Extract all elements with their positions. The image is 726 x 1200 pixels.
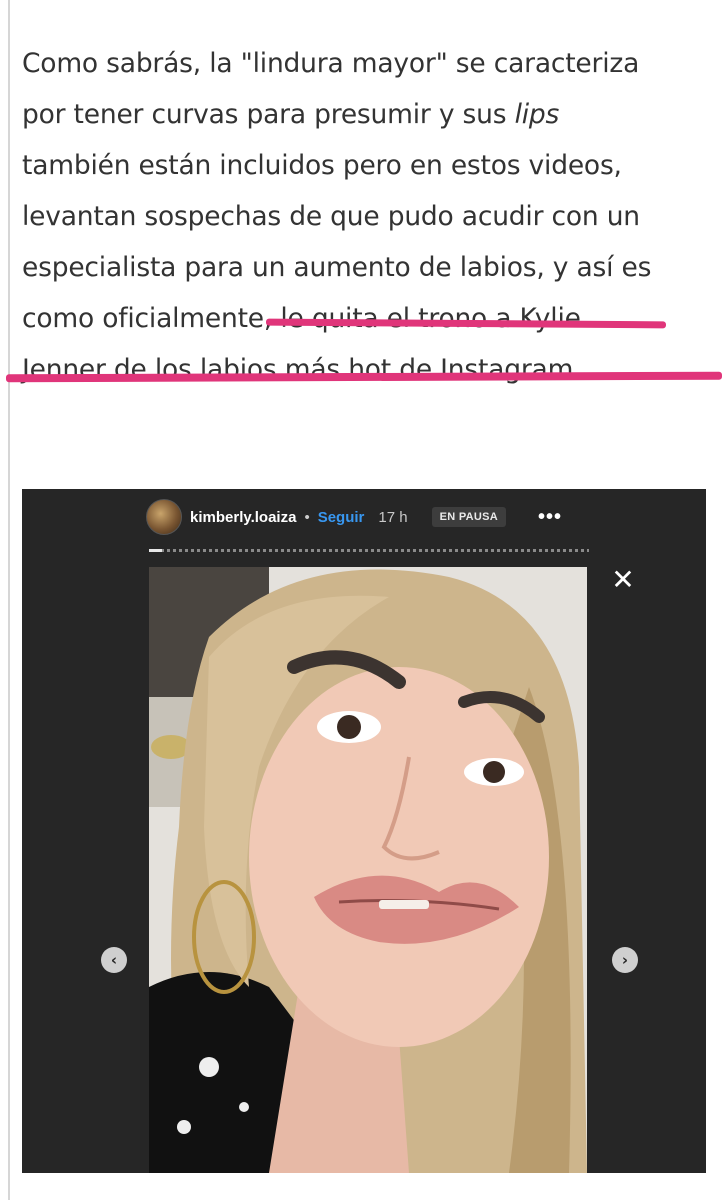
story-timestamp: 17 h	[378, 508, 408, 526]
separator-dot: •	[304, 508, 310, 526]
article-line: Como sabrás, la "lindura mayor" se carac…	[22, 48, 640, 79]
article-text-span: por tener curvas para presumir y sus	[22, 99, 515, 130]
story-photo	[149, 567, 587, 1173]
shirt-splatter	[239, 1102, 249, 1112]
shirt-splatter	[177, 1120, 191, 1134]
story-progress-bar	[149, 549, 589, 552]
right-iris	[483, 761, 505, 783]
avatar[interactable]	[146, 499, 182, 535]
emphasis-lips: lips	[514, 99, 560, 130]
left-border	[8, 0, 10, 1200]
story-username[interactable]: kimberly.loaiza	[190, 509, 296, 526]
article-line: Jenner de los labios más hot de Instagra…	[22, 354, 582, 385]
article-text: Como sabrás, la "lindura mayor" se carac…	[22, 38, 712, 395]
portrait-image	[149, 567, 587, 1173]
article-line: también están incluidos pero en estos vi…	[22, 150, 622, 181]
next-story-icon[interactable]: ›	[612, 947, 638, 973]
paused-badge: EN PAUSA	[431, 507, 507, 527]
close-icon[interactable]: ✕	[608, 565, 638, 595]
instagram-story-embed: kimberly.loaiza • Seguir 17 h EN PAUSA •…	[22, 489, 706, 1173]
follow-button[interactable]: Seguir	[318, 509, 365, 526]
left-iris	[337, 715, 361, 739]
more-options-icon[interactable]: •••	[538, 507, 562, 527]
previous-story-icon[interactable]: ‹	[101, 947, 127, 973]
article-line: por tener curvas para presumir y sus lip…	[22, 89, 712, 140]
article-line: levantan sospechas de que pudo acudir co…	[22, 201, 640, 232]
shirt-splatter	[199, 1057, 219, 1077]
teeth	[379, 900, 429, 909]
story-header: kimberly.loaiza • Seguir 17 h EN PAUSA •…	[146, 497, 566, 537]
article-line: especialista para un aumento de labios, …	[22, 252, 652, 283]
story-progress-fill	[149, 549, 163, 552]
